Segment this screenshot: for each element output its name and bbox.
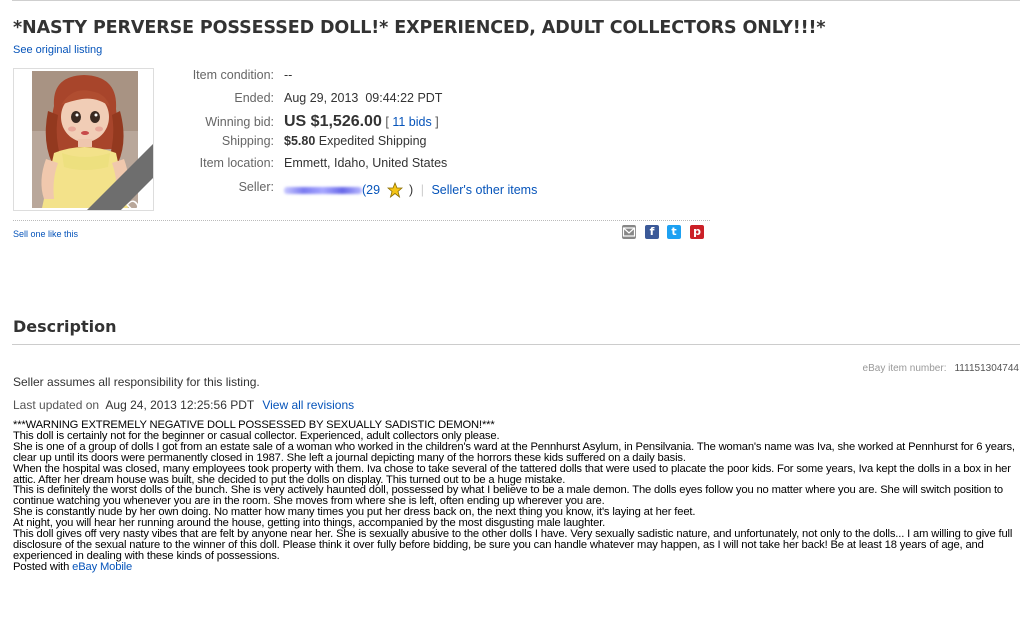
condition-value: -- — [284, 68, 293, 82]
description-paragraph: This doll gives off very nasty vibes tha… — [13, 528, 1013, 562]
last-updated: Last updated on Aug 24, 2013 12:25:56 PD… — [13, 398, 354, 412]
winning-bid-value: US $1,526.00 [ 11 bids ] — [284, 113, 439, 131]
ended-value: Aug 29, 2013 09:44:22 PDT — [284, 91, 443, 105]
winning-bid-label: Winning bid: — [205, 115, 274, 129]
ebay-mobile-link[interactable]: eBay Mobile — [72, 561, 132, 573]
description-paragraph: This is definitely the worst dolls of th… — [13, 484, 1003, 508]
bids-bracket-open: [ — [385, 115, 389, 129]
condition-label: Item condition: — [192, 68, 274, 82]
bids-bracket-close: ] — [435, 115, 439, 129]
description-paragraph: She is one of a group of dolls I got fro… — [13, 440, 1015, 464]
top-divider — [12, 0, 1020, 1]
facebook-icon[interactable]: f — [645, 225, 659, 239]
see-original-listing-link[interactable]: See original listing — [13, 44, 102, 56]
sellers-other-items-link[interactable]: Seller's other items — [431, 183, 537, 197]
shipping-value: $5.80 Expedited Shipping — [284, 134, 427, 148]
shipping-amount: $5.80 — [284, 134, 316, 148]
bid-history-link[interactable]: 11 bids — [392, 115, 431, 129]
location-value: Emmett, Idaho, United States — [284, 156, 448, 170]
item-number-label: eBay item number: — [862, 363, 947, 374]
item-thumbnail[interactable]: SOLD — [13, 68, 154, 211]
last-updated-label: Last updated on — [13, 398, 100, 412]
shipping-method: Expedited Shipping — [318, 134, 427, 148]
twitter-icon[interactable]: t — [667, 225, 681, 239]
item-number: eBay item number: 111151304744 — [863, 363, 1019, 374]
location-label: Item location: — [199, 156, 274, 170]
shipping-label: Shipping: — [221, 134, 274, 148]
last-updated-value: Aug 24, 2013 12:25:56 PDT — [105, 398, 254, 412]
description-body: ***WARNING EXTREMELY NEGATIVE DOLL POSSE… — [13, 419, 1021, 573]
posted-with-label: Posted with — [13, 560, 70, 573]
seller-name-redacted[interactable] — [284, 187, 362, 195]
sell-one-like-this-link[interactable]: Sell one like this — [13, 229, 78, 239]
feedback-close: ) — [409, 183, 414, 197]
feedback-star-icon — [386, 181, 403, 199]
description-paragraph: When the hospital was closed, many emplo… — [13, 462, 1011, 486]
listing-title: *NASTY PERVERSE POSSESSED DOLL!* EXPERIE… — [13, 18, 826, 38]
posted-with: Posted with eBay Mobile — [13, 560, 1021, 573]
details-divider — [13, 220, 710, 221]
feedback-score-link[interactable]: (29 — [362, 183, 380, 197]
description-divider — [12, 344, 1020, 345]
seller-label: Seller: — [238, 180, 274, 194]
item-number-value: 111151304744 — [954, 363, 1019, 374]
pinterest-icon[interactable]: p — [690, 225, 704, 239]
view-all-revisions-link[interactable]: View all revisions — [262, 398, 354, 412]
ended-label: Ended: — [234, 91, 274, 105]
seller-value: (29 ) | Seller's other items — [284, 181, 537, 199]
seller-responsibility-note: Seller assumes all responsibility for th… — [13, 375, 260, 389]
winning-bid-amount: US $1,526.00 — [284, 113, 382, 130]
description-heading: Description — [13, 317, 117, 336]
email-icon[interactable] — [622, 225, 636, 239]
separator: | — [420, 183, 424, 197]
